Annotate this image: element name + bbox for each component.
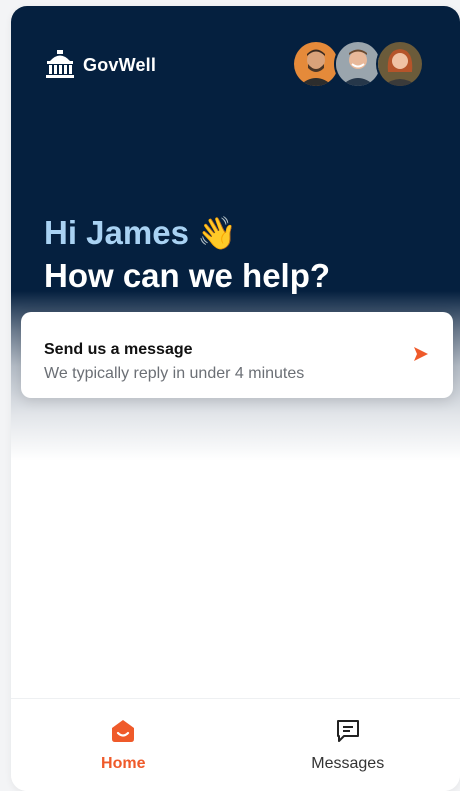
nav-home-label: Home [101,755,146,772]
avatar [292,40,340,88]
send-arrow-icon [413,346,429,367]
avatar [334,40,382,88]
message-icon [335,719,361,748]
greeting-hello: Hi James [44,214,189,251]
brand-name: GovWell [83,54,157,75]
messenger-widget: GovWell Hi James 👋 How can we help? Send… [11,6,460,791]
greeting-hello-line: Hi James 👋 [44,212,330,254]
nav-messages[interactable]: Messages [236,699,460,791]
home-icon [110,719,136,748]
greeting: Hi James 👋 How can we help? [44,212,330,298]
send-message-card[interactable]: Send us a message We typically reply in … [21,312,453,398]
avatar [376,40,424,88]
brand-logo: GovWell [43,48,156,82]
bottom-navigation: Home Messages [11,698,460,791]
send-message-title: Send us a message [44,341,193,358]
nav-home[interactable]: Home [11,699,236,791]
capitol-building-icon [43,48,77,82]
greeting-question: How can we help? [44,257,331,294]
reply-time-text: We typically reply in under 4 minutes [44,365,305,382]
team-avatars [292,40,424,88]
nav-messages-label: Messages [311,755,385,772]
waving-hand-icon: 👋 [196,215,237,251]
